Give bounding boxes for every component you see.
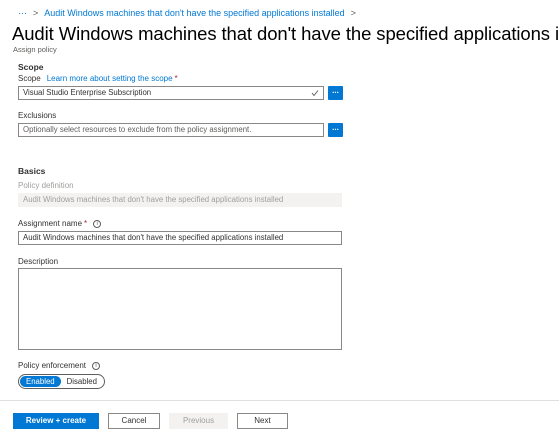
breadcrumb: ··· > Audit Windows machines that don't … (18, 8, 356, 18)
policy-definition-field: Audit Windows machines that don't have t… (18, 193, 342, 207)
scope-section-title: Scope (18, 62, 44, 72)
page-title: Audit Windows machines that don't have t… (12, 23, 559, 44)
required-marker: * (84, 219, 88, 228)
cancel-button[interactable]: Cancel (108, 413, 160, 429)
policy-enforcement-label-row: Policy enforcement i (18, 361, 101, 370)
scope-label-row: Scope Learn more about setting the scope * (18, 74, 178, 83)
policy-enforcement-label: Policy enforcement (18, 361, 87, 370)
assignment-name-label-row: Assignment name * i (18, 219, 102, 228)
description-textarea[interactable] (18, 268, 342, 350)
info-icon[interactable]: i (92, 361, 101, 370)
policy-definition-label: Policy definition (18, 181, 74, 190)
assignment-name-input[interactable]: Audit Windows machines that don't have t… (18, 231, 342, 245)
required-marker: * (174, 74, 178, 83)
basics-section-title: Basics (18, 166, 46, 176)
exclusions-label: Exclusions (18, 111, 57, 120)
scope-label: Scope (18, 74, 41, 83)
policy-enforcement-toggle[interactable]: Enabled Disabled (18, 374, 105, 389)
check-icon (311, 87, 319, 99)
exclusions-input[interactable]: Optionally select resources to exclude f… (18, 123, 324, 137)
enforcement-enabled-option[interactable]: Enabled (20, 376, 61, 387)
exclusions-browse-button[interactable]: ... (328, 123, 343, 137)
scope-select[interactable]: Visual Studio Enterprise Subscription (18, 86, 324, 100)
breadcrumb-item[interactable]: Audit Windows machines that don't have t… (44, 8, 344, 18)
breadcrumb-separator: > (33, 8, 39, 18)
review-create-button[interactable]: Review + create (13, 413, 99, 429)
learn-more-scope-link[interactable]: Learn more about setting the scope (47, 74, 173, 83)
breadcrumb-ellipsis[interactable]: ··· (18, 8, 27, 18)
info-icon[interactable]: i (93, 219, 102, 228)
scope-select-value: Visual Studio Enterprise Subscription (23, 88, 152, 97)
breadcrumb-separator-trailing: > (350, 8, 356, 18)
scope-browse-button[interactable]: ... (328, 86, 343, 100)
assignment-name-label: Assignment name (18, 219, 83, 228)
enforcement-disabled-option[interactable]: Disabled (61, 376, 103, 387)
footer-divider (0, 400, 559, 401)
page-subtitle: Assign policy (13, 45, 57, 54)
description-label: Description (18, 257, 59, 266)
previous-button[interactable]: Previous (169, 413, 228, 429)
next-button[interactable]: Next (237, 413, 288, 429)
